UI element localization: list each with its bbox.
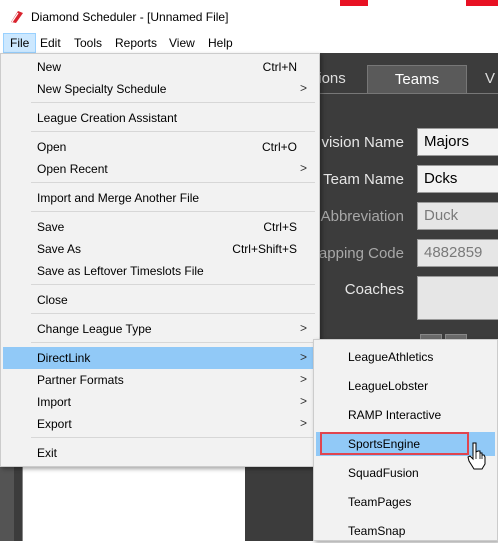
- menu-item-change-league-type[interactable]: Change League Type >: [3, 318, 317, 340]
- menu-item-import-merge[interactable]: Import and Merge Another File: [3, 187, 317, 209]
- submenu-item-label: SquadFusion: [348, 466, 419, 480]
- division-select[interactable]: Majors: [417, 128, 498, 156]
- menu-item-label: Import and Merge Another File: [37, 191, 200, 205]
- menu-tools[interactable]: Tools: [68, 33, 108, 53]
- submenu-arrow-icon: >: [299, 81, 307, 95]
- submenu-arrow-icon: >: [299, 416, 307, 430]
- menu-item-open-recent[interactable]: Open Recent >: [3, 158, 317, 180]
- window-title: Diamond Scheduler - [Unnamed File]: [31, 10, 229, 24]
- abbreviation-field[interactable]: Duck: [417, 202, 498, 230]
- menu-item-label: New Specialty Schedule: [37, 82, 167, 96]
- title-bar-fragment: [466, 0, 498, 6]
- mapping-code-field[interactable]: 4882859: [417, 239, 498, 267]
- submenu-arrow-icon: >: [299, 394, 307, 408]
- menu-help[interactable]: Help: [202, 33, 239, 53]
- tab-divider: [300, 93, 498, 94]
- menu-separator: [31, 284, 315, 285]
- submenu-item-leagueathletics[interactable]: LeagueAthletics: [316, 345, 495, 369]
- menu-item-label: DirectLink: [37, 351, 91, 365]
- menu-edit[interactable]: Edit: [34, 33, 67, 53]
- menu-item-label: Partner Formats: [37, 373, 124, 387]
- menu-item-label: Save as Leftover Timeslots File: [37, 264, 204, 278]
- menu-item-import[interactable]: Import >: [3, 391, 317, 413]
- menu-item-label: Close: [37, 293, 68, 307]
- menu-item-partner-formats[interactable]: Partner Formats >: [3, 369, 317, 391]
- menu-item-save-as[interactable]: Save As Ctrl+Shift+S: [3, 238, 317, 260]
- submenu-item-teampages[interactable]: TeamPages: [316, 490, 495, 514]
- menu-item-new-specialty[interactable]: New Specialty Schedule >: [3, 78, 317, 100]
- menu-separator: [31, 342, 315, 343]
- submenu-item-leaguelobster[interactable]: LeagueLobster: [316, 374, 495, 398]
- title-bar-close-fragment[interactable]: [340, 0, 368, 6]
- submenu-arrow-icon: >: [299, 350, 307, 364]
- menu-separator: [31, 437, 315, 438]
- tab-venues[interactable]: V: [470, 65, 498, 93]
- menu-item-label: Export: [37, 417, 72, 431]
- menu-separator: [31, 211, 315, 212]
- submenu-arrow-icon: >: [299, 161, 307, 175]
- menu-item-label: Change League Type: [37, 322, 152, 336]
- submenu-item-ramp-interactive[interactable]: RAMP Interactive: [316, 403, 495, 427]
- menu-item-close[interactable]: Close: [3, 289, 317, 311]
- menu-item-shortcut: Ctrl+Shift+S: [232, 242, 297, 256]
- menu-reports[interactable]: Reports: [109, 33, 163, 53]
- menu-view[interactable]: View: [163, 33, 201, 53]
- menu-item-shortcut: Ctrl+S: [263, 220, 297, 234]
- menu-item-label: Import: [37, 395, 72, 409]
- submenu-item-label: RAMP Interactive: [348, 408, 442, 422]
- submenu-arrow-icon: >: [299, 372, 307, 386]
- menu-item-exit[interactable]: Exit: [3, 442, 317, 464]
- submenu-item-label: LeagueLobster: [348, 379, 429, 393]
- menu-separator: [31, 131, 315, 132]
- menu-item-save[interactable]: Save Ctrl+S: [3, 216, 317, 238]
- menu-item-label: Save: [37, 220, 65, 234]
- menu-item-label: League Creation Assistant: [37, 111, 178, 125]
- menu-item-new[interactable]: New Ctrl+N: [3, 56, 317, 78]
- directlink-submenu: LeagueAthletics LeagueLobster RAMP Inter…: [313, 339, 498, 541]
- menu-item-league-assistant[interactable]: League Creation Assistant: [3, 107, 317, 129]
- team-name-select[interactable]: Dcks: [417, 165, 498, 193]
- coaches-list[interactable]: [417, 276, 498, 320]
- app-logo-icon: [11, 11, 23, 23]
- menu-item-label: Exit: [37, 446, 58, 460]
- menu-separator: [31, 102, 315, 103]
- menu-item-save-leftover[interactable]: Save as Leftover Timeslots File: [3, 260, 317, 282]
- menu-item-directlink[interactable]: DirectLink >: [3, 347, 317, 369]
- submenu-item-label: TeamPages: [348, 495, 412, 509]
- mouse-pointer-icon: [467, 442, 486, 470]
- menu-item-label: Open: [37, 140, 67, 154]
- submenu-item-label: TeamSnap: [348, 524, 406, 538]
- menu-item-label: Open Recent: [37, 162, 108, 176]
- tab-teams[interactable]: Teams: [367, 65, 467, 93]
- menu-item-label: Save As: [37, 242, 82, 256]
- menu-separator: [31, 182, 315, 183]
- submenu-arrow-icon: >: [299, 321, 307, 335]
- menu-item-export[interactable]: Export >: [3, 413, 317, 435]
- menu-item-label: New: [37, 60, 62, 74]
- menu-item-shortcut: Ctrl+O: [261, 140, 297, 154]
- submenu-item-teamsnap[interactable]: TeamSnap: [316, 519, 495, 543]
- menu-bar: File Edit Tools Reports View Help: [0, 33, 498, 53]
- file-menu: New Ctrl+N New Specialty Schedule > Leag…: [0, 53, 320, 467]
- title-bar: Diamond Scheduler - [Unnamed File]: [0, 0, 498, 33]
- menu-item-open[interactable]: Open Ctrl+O: [3, 136, 317, 158]
- submenu-item-label: SportsEngine: [348, 437, 421, 451]
- list-panel[interactable]: [22, 466, 245, 541]
- menu-separator: [31, 313, 315, 314]
- submenu-item-label: LeagueAthletics: [348, 350, 434, 364]
- menu-item-shortcut: Ctrl+N: [262, 60, 297, 74]
- menu-file[interactable]: File: [3, 33, 37, 53]
